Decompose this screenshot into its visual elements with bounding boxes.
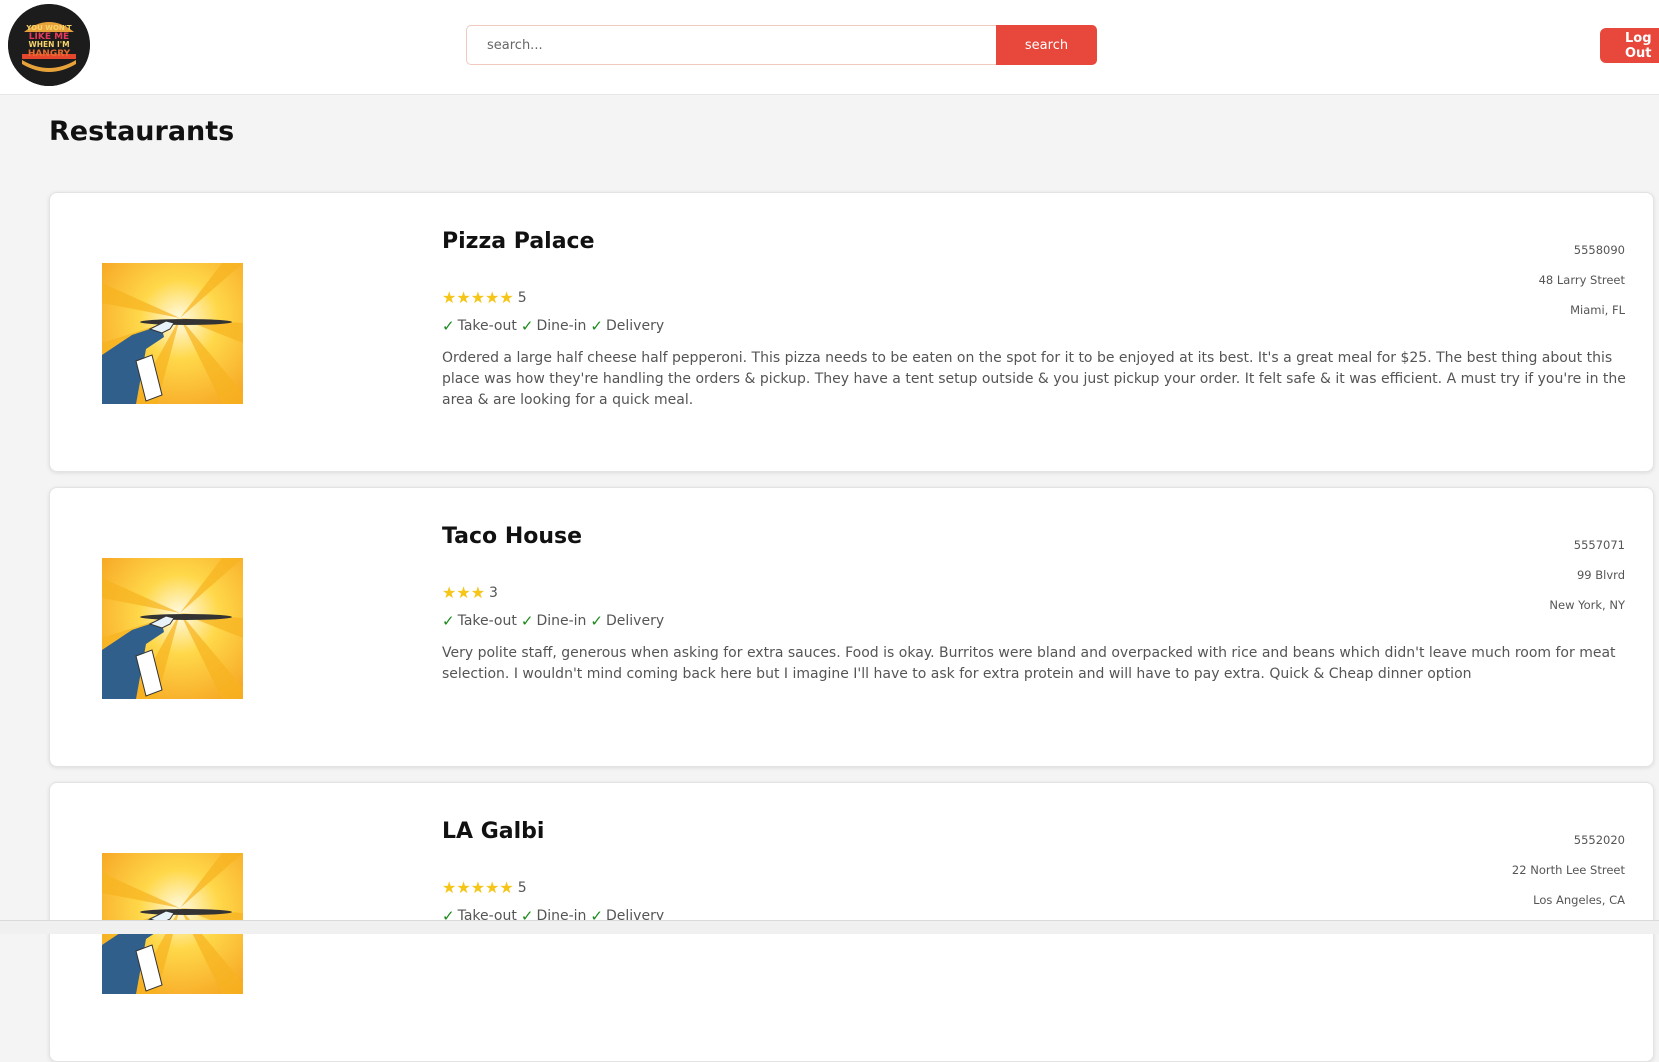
contact-info: 5558090 48 Larry Street Miami, FL (1539, 235, 1625, 325)
city: Miami, FL (1570, 303, 1625, 317)
contact-info: 5557071 99 Blvrd New York, NY (1549, 530, 1625, 620)
phone: 5552020 (1573, 833, 1625, 847)
service-options: ✓ Take-out ✓ Dine-in ✓ Delivery (442, 612, 664, 630)
burger-logo-icon: YOU WON'T LIKE ME WHEN I'M HANGRY (8, 4, 90, 86)
option-dinein: ✓ Dine-in (520, 612, 587, 630)
option-takeout: ✓ Take-out (442, 317, 517, 335)
city: New York, NY (1549, 598, 1625, 612)
option-takeout: ✓ Take-out (442, 612, 517, 630)
contact-info: 5552020 22 North Lee Street Los Angeles,… (1512, 825, 1625, 915)
rating-value: 3 (489, 584, 498, 601)
review-text: Ordered a large half cheese half peppero… (442, 350, 1626, 408)
restaurant-image (102, 558, 243, 699)
checkmark-icon: ✓ (520, 612, 534, 630)
option-delivery: ✓ Delivery (590, 317, 665, 335)
logo[interactable]: YOU WON'T LIKE ME WHEN I'M HANGRY (8, 4, 90, 86)
street-address: 48 Larry Street (1538, 273, 1625, 287)
waiter-tray-image (102, 263, 243, 404)
waiter-tray-image (102, 558, 243, 699)
restaurant-image (102, 263, 243, 404)
checkmark-icon: ✓ (442, 612, 455, 630)
street-address: 99 Blvrd (1576, 568, 1625, 582)
street-address: 22 North Lee Street (1511, 863, 1625, 877)
rating: ★★★★★ 5 (442, 288, 527, 307)
restaurant-name[interactable]: Pizza Palace (442, 229, 595, 254)
svg-text:HANGRY: HANGRY (28, 49, 71, 59)
restaurant-card[interactable]: Taco House ★★★ 3 ✓ Take-out ✓ Dine-in ✓ Del… (49, 487, 1654, 767)
phone: 5557071 (1573, 538, 1625, 552)
star-rating-icon: ★★★ (442, 583, 486, 602)
rating: ★★★★★ 5 (442, 878, 527, 897)
checkmark-icon: ✓ (590, 317, 603, 335)
search-bar: search (466, 25, 1097, 65)
star-rating-icon: ★★★★★ (442, 878, 514, 897)
restaurant-name[interactable]: LA Galbi (442, 819, 544, 844)
rating-value: 5 (517, 289, 527, 306)
logout-button[interactable]: Log Out (1600, 28, 1659, 63)
rating-value: 5 (517, 879, 527, 896)
svg-text:WHEN I'M: WHEN I'M (28, 40, 69, 49)
restaurant-name[interactable]: Taco House (442, 524, 582, 549)
star-rating-icon: ★★★★★ (442, 288, 514, 307)
option-dinein: ✓ Dine-in (520, 317, 587, 335)
search-button[interactable]: search (996, 25, 1097, 65)
restaurant-card[interactable]: Pizza Palace ★★★★★ 5 ✓ Take-out ✓ Dine-in … (49, 192, 1654, 472)
page-title: Restaurants (49, 116, 235, 147)
service-options: ✓ Take-out ✓ Dine-in ✓ Delivery (442, 317, 664, 335)
checkmark-icon: ✓ (442, 317, 455, 335)
svg-text:YOU WON'T: YOU WON'T (25, 24, 72, 32)
checkmark-icon: ✓ (520, 317, 534, 335)
horizontal-scrollbar[interactable] (0, 920, 1659, 934)
top-header: YOU WON'T LIKE ME WHEN I'M HANGRY search… (0, 0, 1659, 95)
option-delivery: ✓ Delivery (590, 612, 665, 630)
phone: 5558090 (1573, 243, 1625, 257)
rating: ★★★ 3 (442, 583, 498, 602)
city: Los Angeles, CA (1533, 893, 1625, 907)
search-input[interactable] (466, 25, 996, 65)
review-text: Very polite staff, generous when asking … (442, 645, 1616, 682)
checkmark-icon: ✓ (590, 612, 603, 630)
